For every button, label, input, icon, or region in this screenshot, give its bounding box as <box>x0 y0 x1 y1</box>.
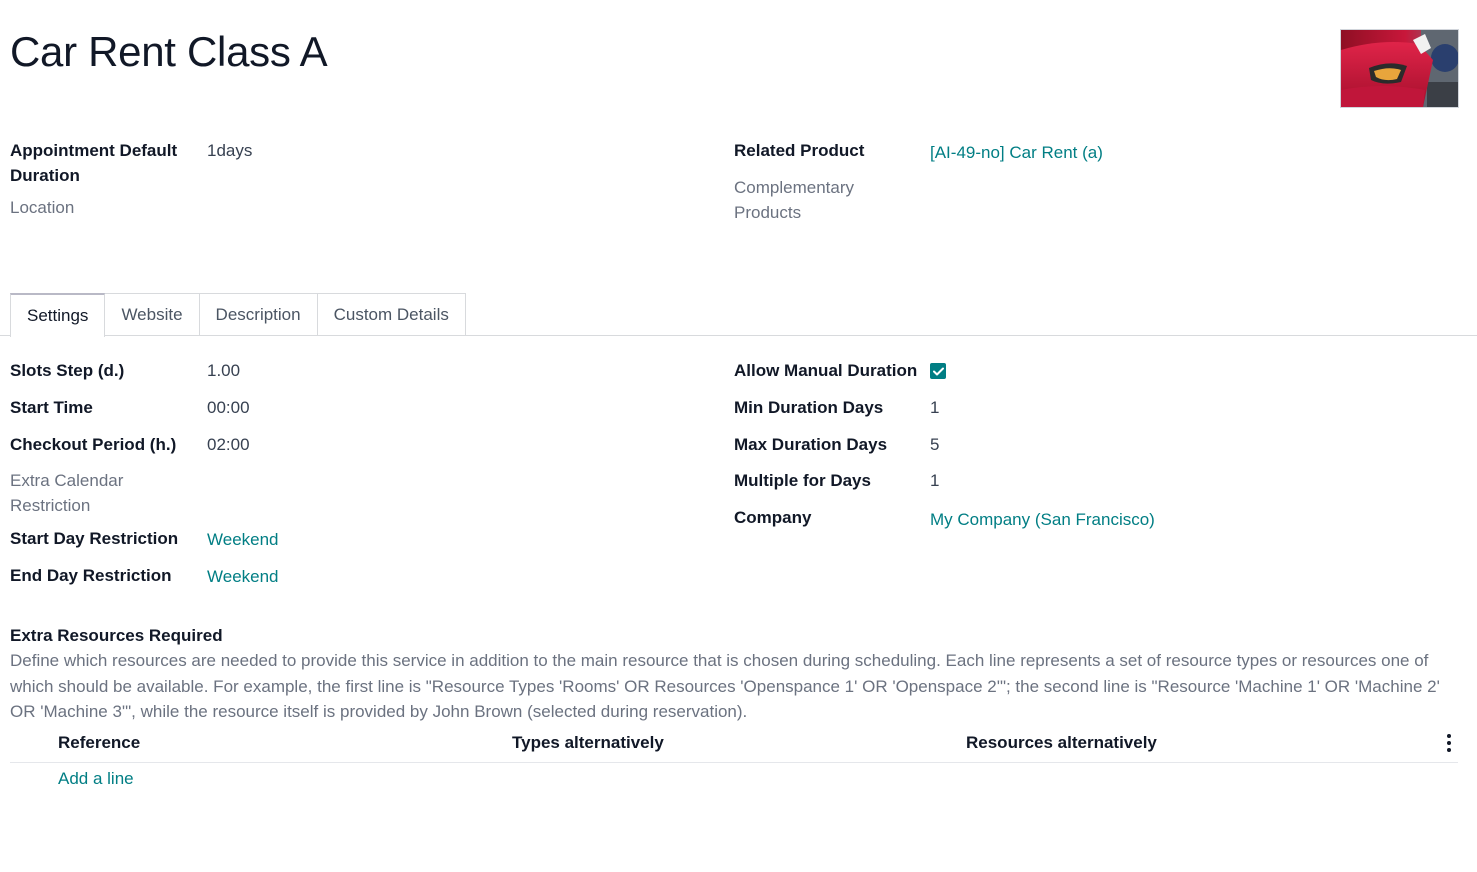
related-product-label: Related Product <box>734 141 865 160</box>
company-label: Company <box>734 508 812 527</box>
start-time-label: Start Time <box>10 398 93 417</box>
min-duration-days-value[interactable]: 1 <box>930 395 939 420</box>
tab-settings[interactable]: Settings <box>10 293 106 337</box>
max-duration-days-value[interactable]: 5 <box>930 432 939 457</box>
extra-calendar-restriction-label: Extra Calendar Restriction <box>10 471 124 515</box>
allow-manual-duration-label: Allow Manual Duration <box>734 361 918 380</box>
complementary-products-label: Complementary Products <box>734 178 854 222</box>
checkout-period-value[interactable]: 02:00 <box>207 432 250 457</box>
record-title[interactable]: Car Rent Class A <box>10 28 328 76</box>
multiple-for-days-value[interactable]: 1 <box>930 468 939 493</box>
column-header-reference[interactable]: Reference <box>58 731 140 755</box>
company-link[interactable]: My Company (San Francisco) <box>930 507 1155 532</box>
start-day-restriction-link[interactable]: Weekend <box>207 527 279 552</box>
add-line-button[interactable]: Add a line <box>58 767 134 791</box>
slots-step-label: Slots Step (d.) <box>10 361 125 380</box>
product-image[interactable] <box>1340 29 1459 108</box>
min-duration-days-label: Min Duration Days <box>734 398 884 417</box>
slots-step-value[interactable]: 1.00 <box>207 358 240 383</box>
allow-manual-duration-checkbox[interactable] <box>930 363 946 379</box>
end-day-restriction-link[interactable]: Weekend <box>207 564 279 589</box>
tab-custom-details[interactable]: Custom Details <box>316 293 466 335</box>
start-time-value[interactable]: 00:00 <box>207 395 250 420</box>
table-header-divider <box>10 762 1458 763</box>
column-header-types-alternatively[interactable]: Types alternatively <box>512 731 664 755</box>
extra-resources-description: Define which resources are needed to pro… <box>10 651 1440 721</box>
end-day-restriction-label: End Day Restriction <box>10 566 172 585</box>
car-photo <box>1341 30 1458 107</box>
check-icon <box>932 367 944 375</box>
multiple-for-days-label: Multiple for Days <box>734 471 871 490</box>
appointment-default-duration-label: Appointment Default Duration <box>10 141 178 185</box>
location-label: Location <box>10 198 75 217</box>
related-product-link[interactable]: [AI-49-no] Car Rent (a) <box>930 140 1103 165</box>
extra-resources-title: Extra Resources Required <box>10 626 223 645</box>
checkout-period-label: Checkout Period (h.) <box>10 435 177 454</box>
notebook-tabs: Settings Website Description Custom Deta… <box>10 293 466 337</box>
column-header-resources-alternatively[interactable]: Resources alternatively <box>966 731 1157 755</box>
appointment-default-duration-value[interactable]: 1days <box>207 138 252 163</box>
tabs-divider <box>0 335 1477 336</box>
tab-description[interactable]: Description <box>198 293 318 335</box>
kebab-menu-icon[interactable] <box>1442 734 1456 752</box>
start-day-restriction-label: Start Day Restriction <box>10 529 179 548</box>
max-duration-days-label: Max Duration Days <box>734 435 888 454</box>
tab-website[interactable]: Website <box>104 293 200 335</box>
